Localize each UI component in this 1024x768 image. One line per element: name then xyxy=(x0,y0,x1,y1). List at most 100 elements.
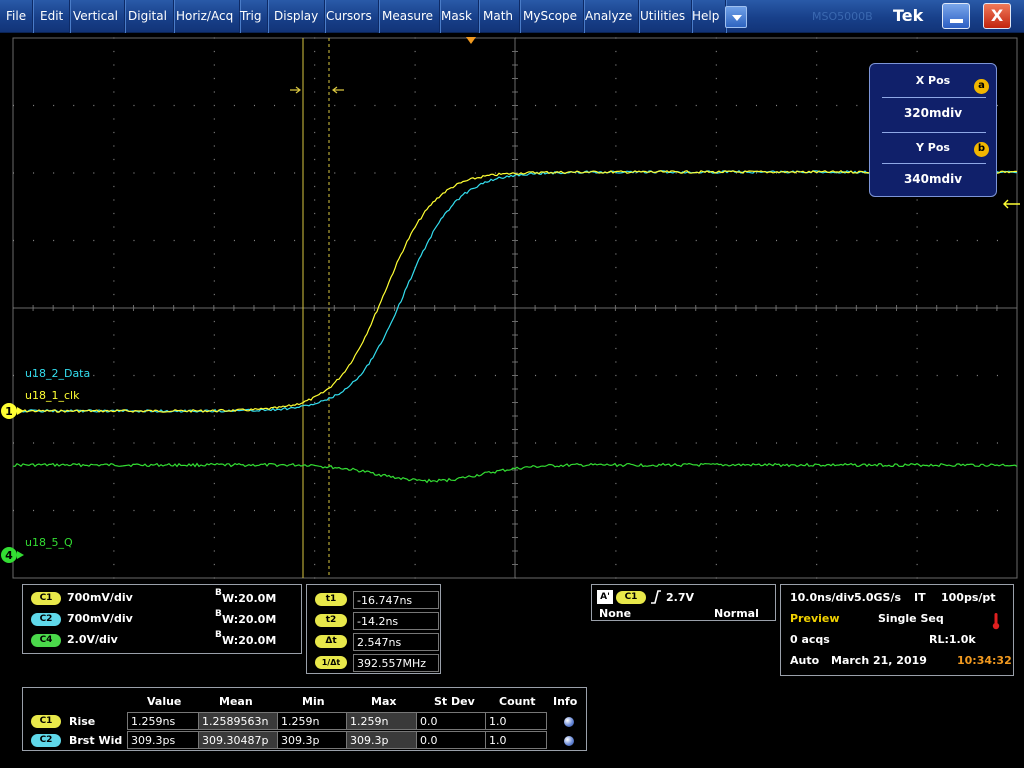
meas-row1-count: 1.0 xyxy=(485,712,547,730)
menu-display[interactable]: Display xyxy=(268,0,326,33)
channel-badge-c2[interactable]: C2 xyxy=(31,613,61,626)
channel-4-marker-label: 4 xyxy=(5,549,13,562)
waveform-display[interactable]: 1 4 u18_2_Data u18_1_clk u18_5_Q X Pos a … xyxy=(0,33,1024,580)
c2-bandwidth: W:20.0M xyxy=(222,613,277,626)
meas-row2-channel: C2 xyxy=(31,734,61,747)
trigger-coupling: None xyxy=(599,607,632,620)
menu-analyze[interactable]: Analyze xyxy=(579,0,640,33)
channel-1-marker[interactable]: 1 xyxy=(1,403,17,419)
menu-digital[interactable]: Digital xyxy=(122,0,174,33)
meas-row1-channel: C1 xyxy=(31,715,61,728)
menu-utilities[interactable]: Utilities xyxy=(634,0,693,33)
meas-header-max: Max xyxy=(371,695,397,708)
meas-header-value: Value xyxy=(147,695,182,708)
menu-math[interactable]: Math xyxy=(477,0,521,33)
cursor-t1-badge: t1 xyxy=(315,593,347,606)
channel-4-arrow-icon xyxy=(17,551,24,559)
meas-row2-min: 309.3p xyxy=(277,731,347,749)
menu-horiz-acq[interactable]: Horiz/Acq xyxy=(170,0,241,33)
menu-bar: File Edit Vertical Digital Horiz/Acq Tri… xyxy=(0,0,1024,33)
acquisition-panel[interactable]: 10.0ns/div 5.0GS/s IT 100ps/pt Preview S… xyxy=(780,584,1014,676)
menu-dropdown-button[interactable] xyxy=(725,6,747,28)
cursor-t2-value: -14.2ns xyxy=(353,612,439,630)
measurements-panel[interactable]: Value Mean Min Max St Dev Count Info C1 … xyxy=(22,687,587,751)
c1-bw-mark: B xyxy=(215,588,222,598)
vertical-settings-panel[interactable]: C1 700mV/div B W:20.0M C2 700mV/div B W:… xyxy=(22,584,302,654)
knob-a-badge: a xyxy=(974,79,989,94)
menu-file[interactable]: File xyxy=(0,0,34,33)
waveform-label-clk: u18_1_clk xyxy=(25,389,80,402)
trigger-source-badge: C1 xyxy=(616,591,646,604)
meas-row2-info-icon[interactable] xyxy=(564,736,574,746)
time-display: 10:34:32 xyxy=(957,654,1012,667)
trigger-mode[interactable]: Normal xyxy=(714,607,759,620)
trigger-level-icon xyxy=(1003,199,1020,209)
trigger-position-icon xyxy=(466,37,476,44)
trigger-panel[interactable]: A' C1 2.7V None Normal xyxy=(591,584,776,621)
y-pos-value[interactable]: 340mdiv xyxy=(870,172,996,186)
menu-trig[interactable]: Trig xyxy=(234,0,269,33)
c4-bw-mark: B xyxy=(215,630,222,640)
minimize-button[interactable] xyxy=(942,3,970,29)
menu-edit[interactable]: Edit xyxy=(34,0,71,33)
time-resolution: 100ps/pt xyxy=(941,591,996,604)
trigger-level[interactable]: 2.7V xyxy=(666,591,694,604)
trigger-a-badge: A' xyxy=(597,590,613,604)
meas-row2-count: 1.0 xyxy=(485,731,547,749)
meas-row2-value: 309.3ps xyxy=(127,731,199,749)
cursor-t2-badge: t2 xyxy=(315,614,347,627)
menu-cursors[interactable]: Cursors xyxy=(320,0,379,33)
date-display: March 21, 2019 xyxy=(831,654,927,667)
meas-row1-stdev: 0.0 xyxy=(416,712,486,730)
menu-help[interactable]: Help xyxy=(686,0,727,33)
c1-bandwidth: W:20.0M xyxy=(222,592,277,605)
divider xyxy=(882,97,986,98)
c2-scale[interactable]: 700mV/div xyxy=(67,612,133,625)
menu-mask[interactable]: Mask xyxy=(435,0,479,33)
close-button[interactable]: X xyxy=(983,3,1011,29)
cursor-delta-value: 2.547ns xyxy=(353,633,439,651)
c1-scale[interactable]: 700mV/div xyxy=(67,591,133,604)
position-popup[interactable]: X Pos a 320mdiv Y Pos b 340mdiv xyxy=(869,63,997,197)
cursor-freq-value: 392.557MHz xyxy=(353,654,439,672)
knob-b-badge: b xyxy=(974,142,989,157)
thermometer-icon xyxy=(992,613,1000,630)
meas-row2-mean: 309.30487p xyxy=(198,731,278,749)
channel-4-marker[interactable]: 4 xyxy=(1,547,17,563)
cursor-readout-panel[interactable]: t1 -16.747ns t2 -14.2ns Δt 2.547ns 1/Δt … xyxy=(306,584,441,674)
horizontal-scale[interactable]: 10.0ns/div xyxy=(790,591,854,604)
channel-badge-c1[interactable]: C1 xyxy=(31,592,61,605)
cursor-delta-badge: Δt xyxy=(315,635,347,648)
meas-row1-mean: 1.2589563n xyxy=(198,712,278,730)
meas-row2-name[interactable]: Brst Wid xyxy=(69,734,122,747)
channel-1-arrow-icon xyxy=(17,407,24,415)
sample-rate: 5.0GS/s xyxy=(854,591,902,604)
meas-header-info: Info xyxy=(553,695,578,708)
cursor-t2-arrow-icon xyxy=(332,86,344,94)
meas-row1-min: 1.259n xyxy=(277,712,347,730)
meas-header-stdev: St Dev xyxy=(434,695,475,708)
acquisition-count: 0 acqs xyxy=(790,633,830,646)
meas-header-count: Count xyxy=(499,695,536,708)
cursor-t1-value: -16.747ns xyxy=(353,591,439,609)
trigger-auto: Auto xyxy=(790,654,820,667)
meas-row2-stdev: 0.0 xyxy=(416,731,486,749)
channel-badge-c4[interactable]: C4 xyxy=(31,634,61,647)
menu-measure[interactable]: Measure xyxy=(376,0,440,33)
x-pos-value[interactable]: 320mdiv xyxy=(870,106,996,120)
menu-myscope[interactable]: MyScope xyxy=(517,0,585,33)
meas-row1-info-icon[interactable] xyxy=(564,717,574,727)
meas-row1-max: 1.259n xyxy=(346,712,417,730)
run-mode[interactable]: Single Seq xyxy=(878,612,944,625)
record-length: RL:1.0k xyxy=(929,633,976,646)
waveform-label-q: u18_5_Q xyxy=(25,536,73,549)
brand-logo: Tek xyxy=(893,6,924,25)
cursor-freq-badge: 1/Δt xyxy=(315,656,347,669)
meas-header-min: Min xyxy=(302,695,325,708)
divider xyxy=(882,163,986,164)
meas-row1-value: 1.259ns xyxy=(127,712,199,730)
meas-row1-name[interactable]: Rise xyxy=(69,715,95,728)
menu-vertical[interactable]: Vertical xyxy=(67,0,125,33)
cursor-t1-arrow-icon xyxy=(290,86,301,94)
c4-scale[interactable]: 2.0V/div xyxy=(67,633,118,646)
